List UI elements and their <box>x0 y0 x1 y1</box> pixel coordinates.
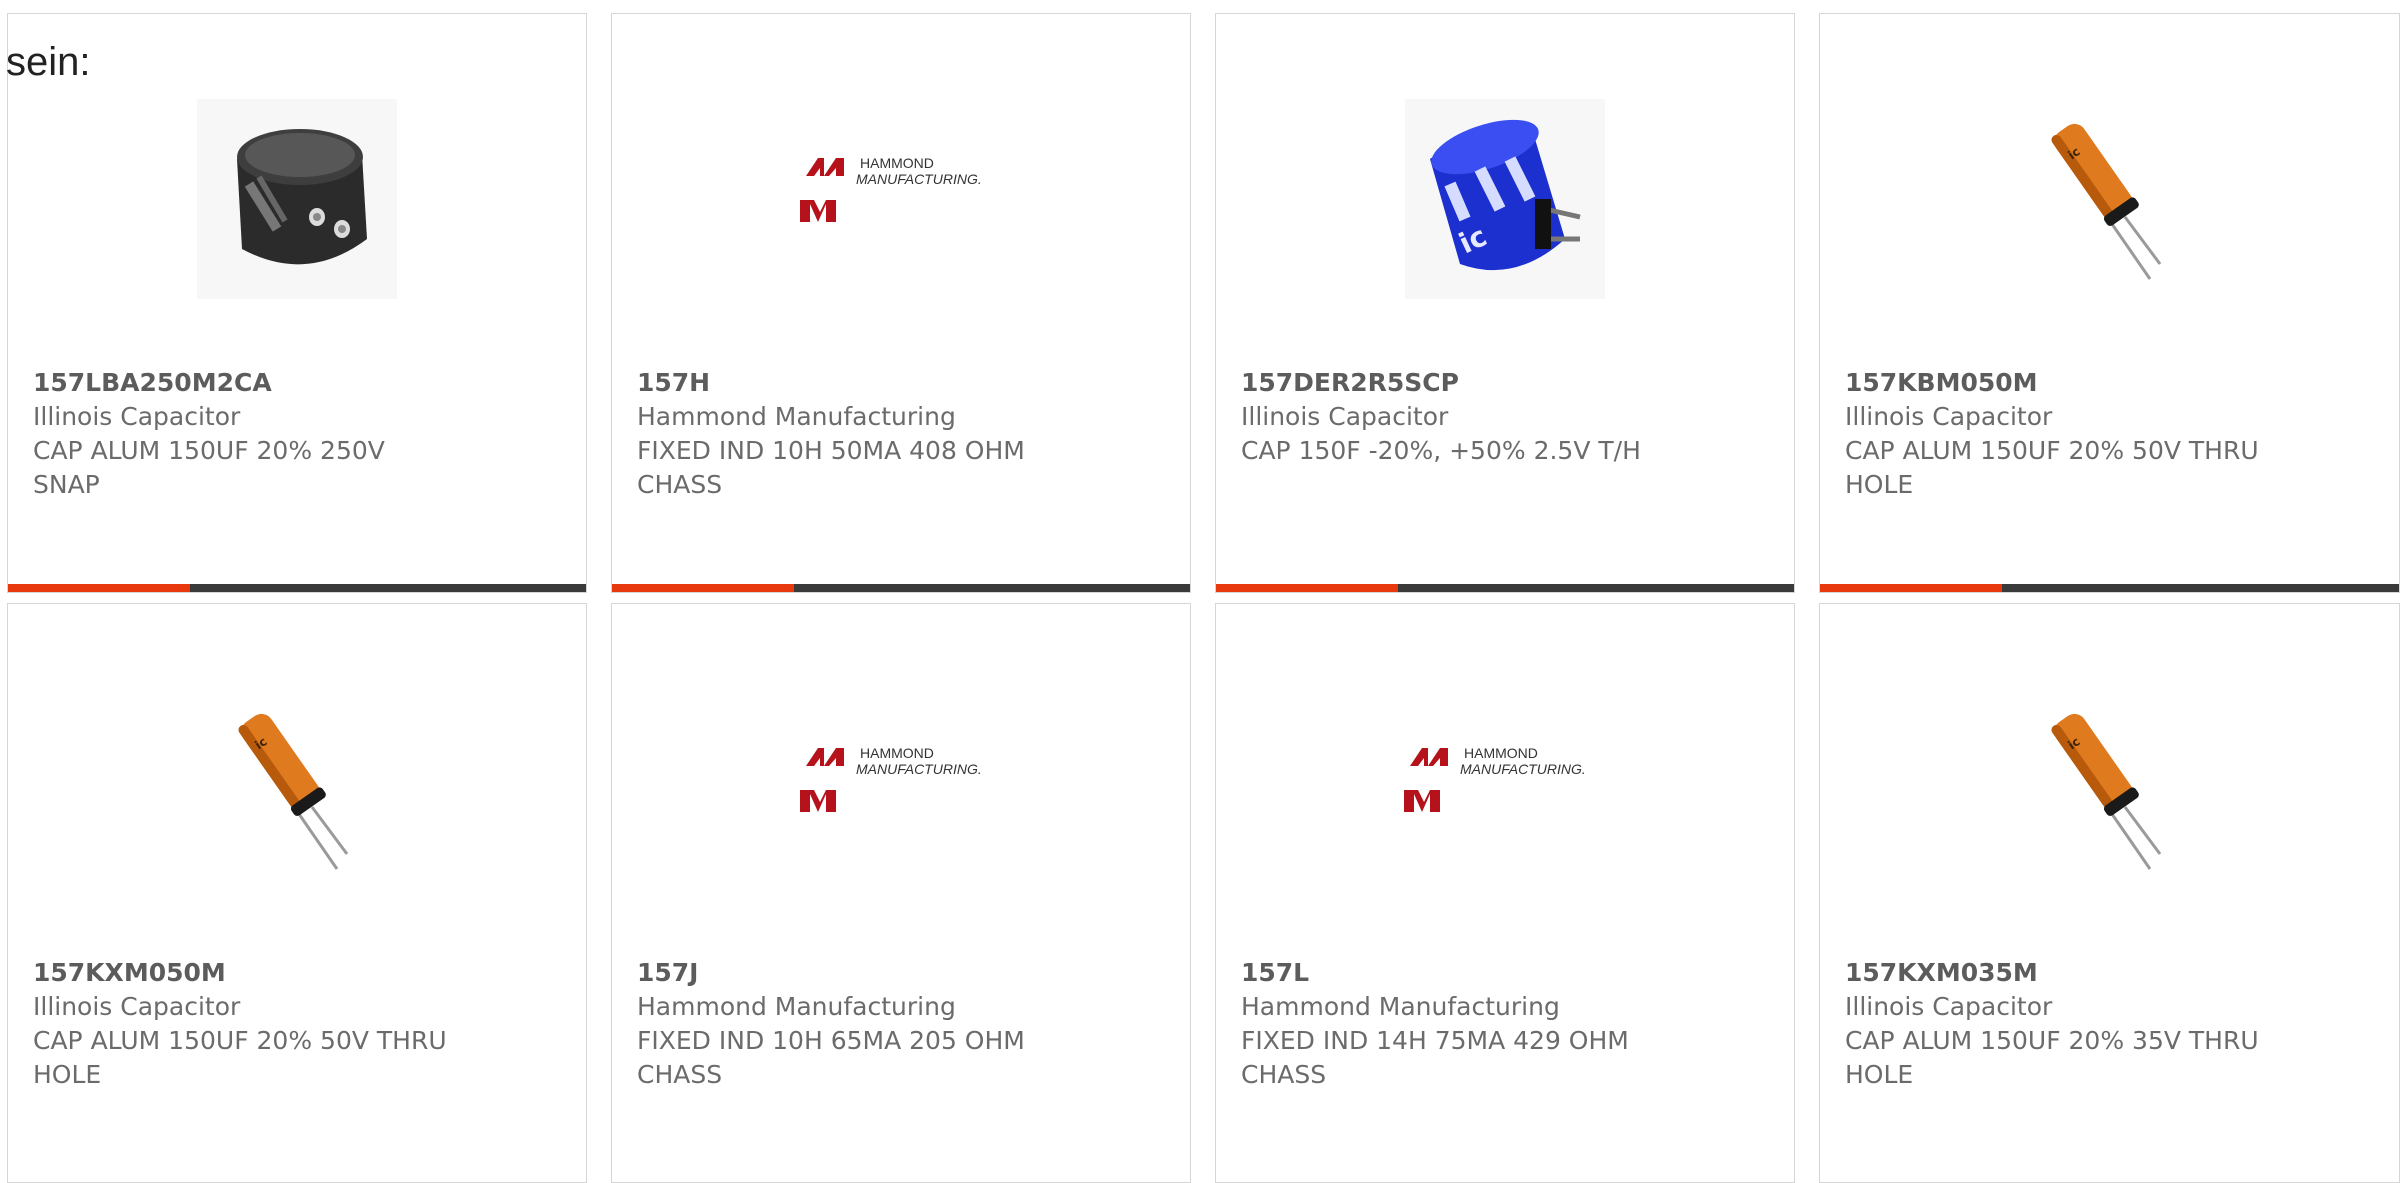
card-bar <box>1820 584 2399 592</box>
part-number[interactable]: 157L <box>1241 956 1774 990</box>
blue-supercapacitor-image: ic <box>1405 99 1605 299</box>
product-image[interactable]: ic <box>1820 679 2399 899</box>
description-line: HOLE <box>33 1060 102 1089</box>
part-number[interactable]: 157KBM050M <box>1845 366 2379 400</box>
product-info: 157LBA250M2CA Illinois Capacitor CAP ALU… <box>33 366 566 502</box>
hammond-logo-image: HAMMOND MANUFACTURING. <box>800 745 982 812</box>
part-number[interactable]: 157J <box>637 956 1170 990</box>
card-bar <box>1216 584 1794 592</box>
logo-line1: HAMMOND <box>1464 745 1538 761</box>
card-bar <box>8 584 586 592</box>
description-line: CHASS <box>1241 1060 1327 1089</box>
description-line: HOLE <box>1845 470 1914 499</box>
product-card[interactable]: ic 157KXM035M Illinois Capacitor CAP ALU… <box>1819 603 2400 1183</box>
description-line: CAP ALUM 150UF 20% 35V THRU <box>1845 1026 2259 1055</box>
description-line: CAP ALUM 150UF 20% 250V <box>33 436 385 465</box>
product-card[interactable]: HAMMOND MANUFACTURING. 157J Hammond Manu… <box>611 603 1191 1183</box>
manufacturer: Illinois Capacitor <box>1241 402 1449 431</box>
description-line: CHASS <box>637 1060 723 1089</box>
card-bar-accent <box>1820 584 2002 592</box>
product-info: 157H Hammond Manufacturing FIXED IND 10H… <box>637 366 1170 502</box>
card-bar-accent <box>8 584 190 592</box>
logo-line2: MANUFACTURING. <box>856 171 982 187</box>
card-bar-accent <box>612 584 794 592</box>
product-image[interactable]: ic <box>8 679 586 899</box>
product-card[interactable]: ic 157DER2R5SCP Illinois Capacitor CAP 1… <box>1215 13 1795 593</box>
description-line: FIXED IND 10H 50MA 408 OHM <box>637 436 1025 465</box>
product-image[interactable]: HAMMOND MANUFACTURING. <box>612 679 1190 899</box>
black-snap-capacitor-image <box>197 99 397 299</box>
logo-line1: HAMMOND <box>860 155 934 171</box>
product-info: 157KXM050M Illinois Capacitor CAP ALUM 1… <box>33 956 566 1092</box>
part-number[interactable]: 157DER2R5SCP <box>1241 366 1774 400</box>
description-line: FIXED IND 10H 65MA 205 OHM <box>637 1026 1025 1055</box>
product-info: 157J Hammond Manufacturing FIXED IND 10H… <box>637 956 1170 1092</box>
part-number[interactable]: 157LBA250M2CA <box>33 366 566 400</box>
orange-radial-capacitor-image: ic <box>197 689 397 889</box>
product-card[interactable]: HAMMOND MANUFACTURING. 157H Hammond Manu… <box>611 13 1191 593</box>
manufacturer: Illinois Capacitor <box>33 402 241 431</box>
logo-line2: MANUFACTURING. <box>1460 761 1586 777</box>
description-line: CAP 150F -20%, +50% 2.5V T/H <box>1241 436 1641 465</box>
orange-radial-capacitor-image: ic <box>2009 99 2210 299</box>
product-image[interactable]: HAMMOND MANUFACTURING. <box>612 89 1190 309</box>
orange-radial-capacitor-image: ic <box>2009 689 2210 889</box>
product-info: 157KXM035M Illinois Capacitor CAP ALUM 1… <box>1845 956 2379 1092</box>
product-image[interactable]: ic <box>1216 89 1794 309</box>
card-bar-accent <box>1216 584 1398 592</box>
product-image[interactable]: HAMMOND MANUFACTURING. <box>1216 679 1794 899</box>
description-line: CAP ALUM 150UF 20% 50V THRU <box>33 1026 447 1055</box>
product-info: 157L Hammond Manufacturing FIXED IND 14H… <box>1241 956 1774 1092</box>
product-info: 157DER2R5SCP Illinois Capacitor CAP 150F… <box>1241 366 1774 468</box>
description-line: CAP ALUM 150UF 20% 50V THRU <box>1845 436 2259 465</box>
manufacturer: Hammond Manufacturing <box>637 992 956 1021</box>
logo-line1: HAMMOND <box>860 745 934 761</box>
description-line: HOLE <box>1845 1060 1914 1089</box>
product-card[interactable]: ic 157KXM050M Illinois Capacitor CAP ALU… <box>7 603 587 1183</box>
part-number[interactable]: 157KXM035M <box>1845 956 2379 990</box>
manufacturer: Illinois Capacitor <box>33 992 241 1021</box>
product-image[interactable]: ic <box>1820 89 2399 309</box>
lead-text: sein: <box>6 40 91 84</box>
manufacturer: Hammond Manufacturing <box>637 402 956 431</box>
product-card[interactable]: 157LBA250M2CA Illinois Capacitor CAP ALU… <box>7 13 587 593</box>
hammond-logo-image: HAMMOND MANUFACTURING. <box>800 155 982 222</box>
product-card[interactable]: ic 157KBM050M Illinois Capacitor CAP ALU… <box>1819 13 2400 593</box>
product-card[interactable]: HAMMOND MANUFACTURING. 157L Hammond Manu… <box>1215 603 1795 1183</box>
description-line: FIXED IND 14H 75MA 429 OHM <box>1241 1026 1629 1055</box>
card-bar <box>612 584 1190 592</box>
description-line: SNAP <box>33 470 100 499</box>
part-number[interactable]: 157KXM050M <box>33 956 566 990</box>
hammond-logo-image: HAMMOND MANUFACTURING. <box>1404 745 1586 812</box>
part-number[interactable]: 157H <box>637 366 1170 400</box>
logo-line2: MANUFACTURING. <box>856 761 982 777</box>
manufacturer: Illinois Capacitor <box>1845 402 2053 431</box>
product-image[interactable] <box>8 89 586 309</box>
manufacturer: Illinois Capacitor <box>1845 992 2053 1021</box>
manufacturer: Hammond Manufacturing <box>1241 992 1560 1021</box>
product-info: 157KBM050M Illinois Capacitor CAP ALUM 1… <box>1845 366 2379 502</box>
description-line: CHASS <box>637 470 723 499</box>
